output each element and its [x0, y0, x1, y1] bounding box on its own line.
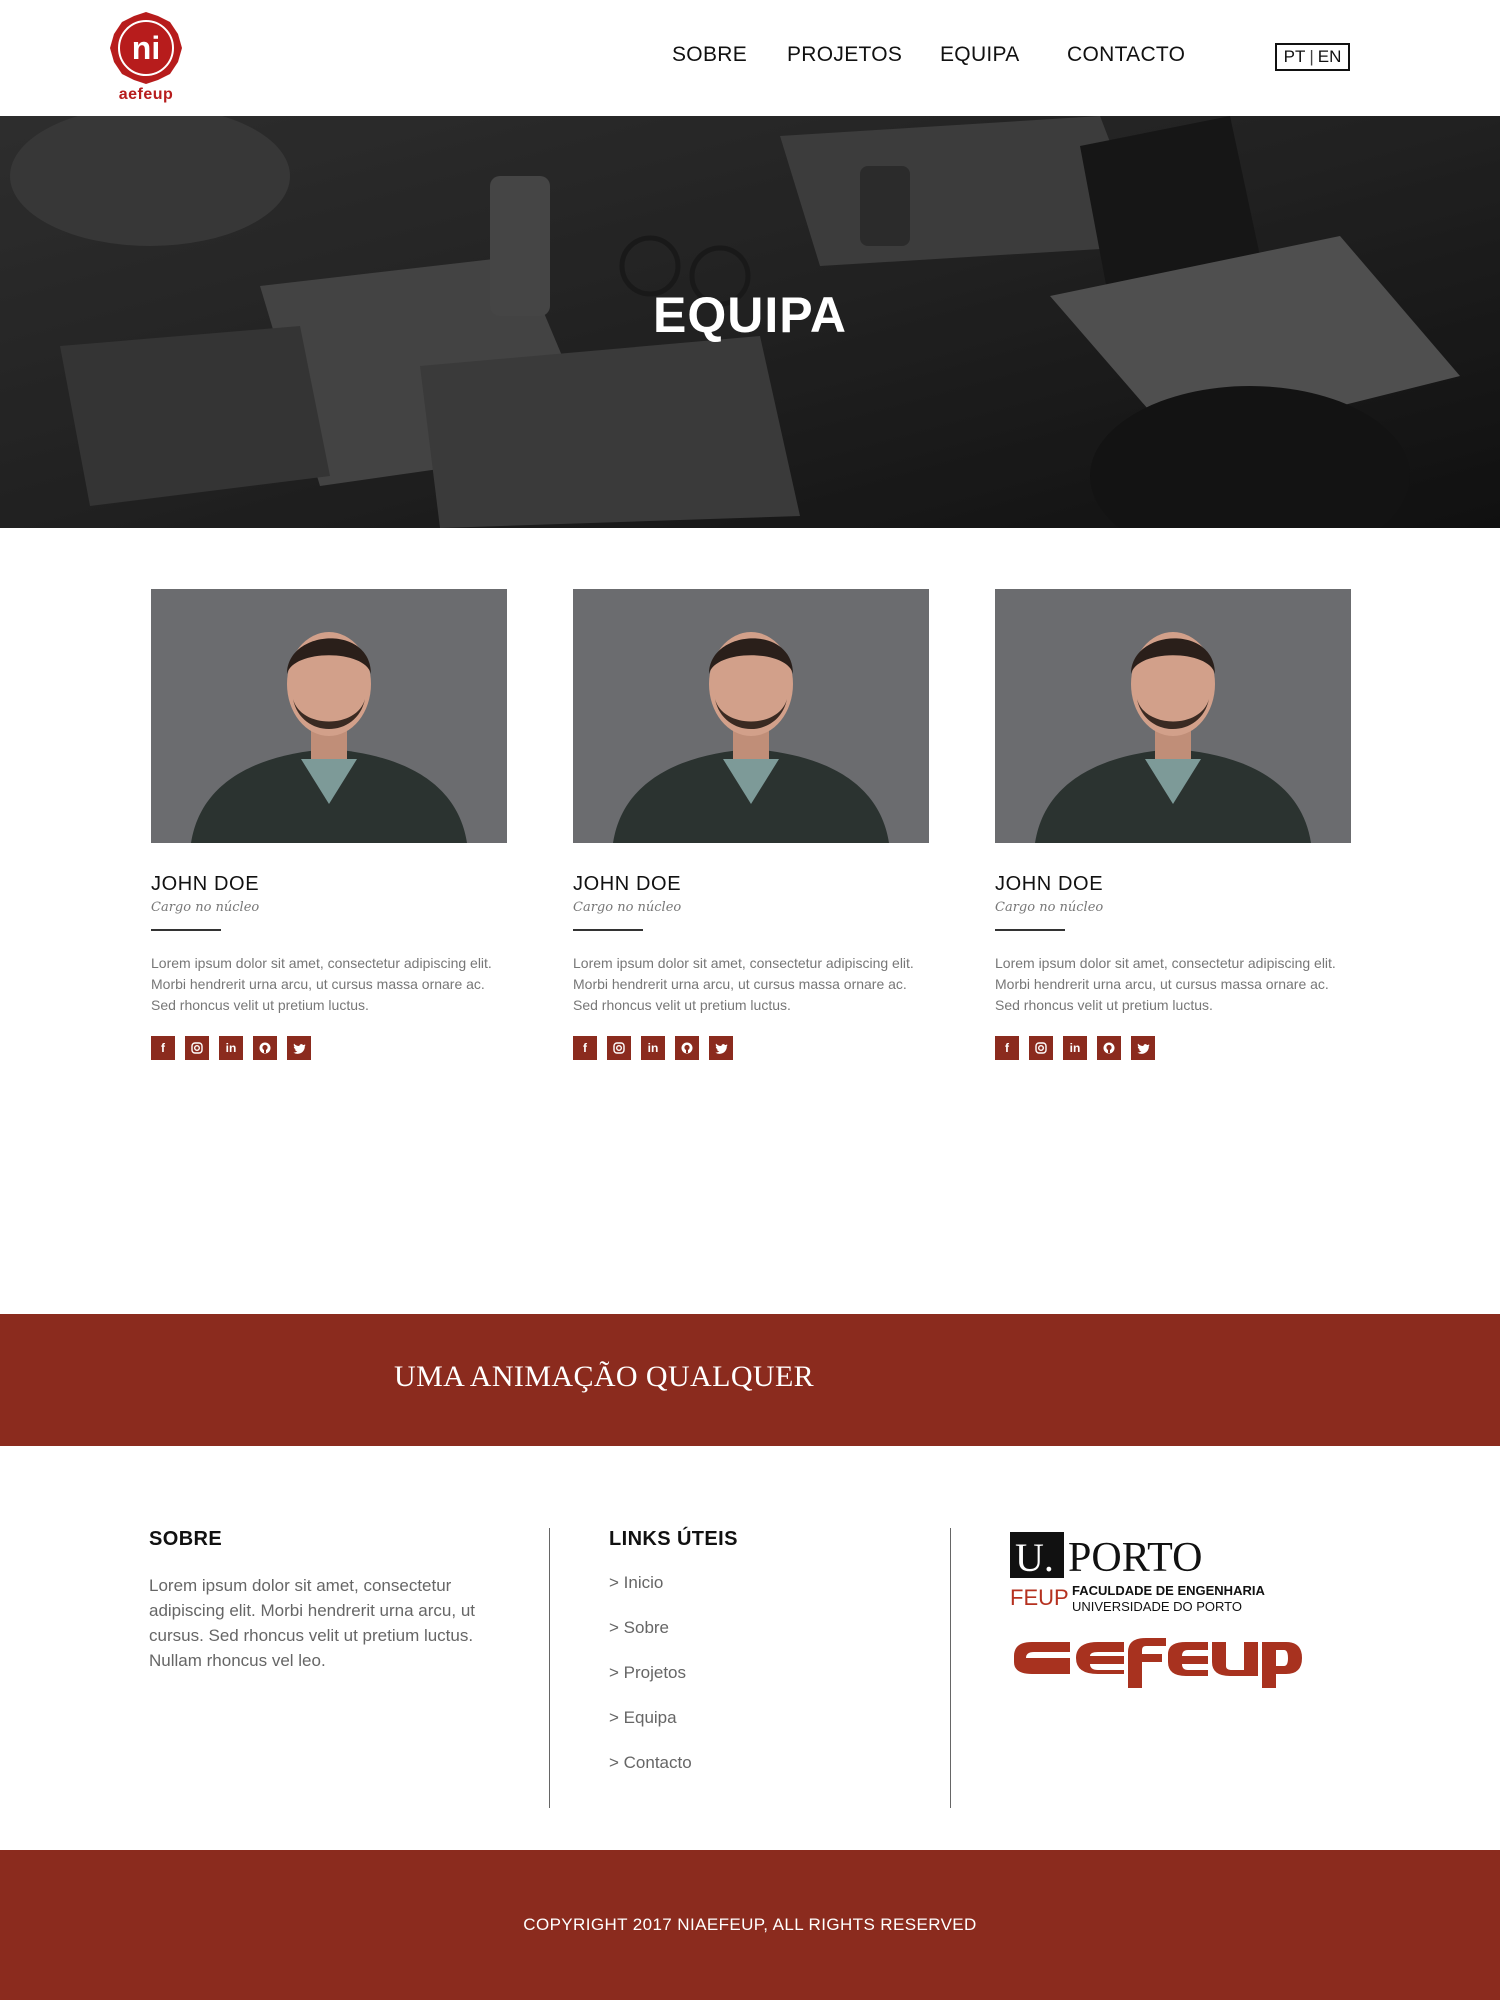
copyright-text: COPYRIGHT 2017 NIAEFEUP, ALL RIGHTS RESE… [523, 1915, 977, 1934]
person-portrait-image [151, 589, 507, 843]
twitter-icon[interactable] [1131, 1036, 1155, 1060]
partner-logos: U. PORTO FEUP FACULDADE DE ENGENHARIA UN… [1010, 1530, 1310, 1750]
uporto-porto: PORTO [1068, 1535, 1202, 1581]
animation-banner: UMA ANIMAÇÃO QUALQUER [0, 1314, 1500, 1446]
page-title: EQUIPA [653, 287, 847, 343]
person-portrait-image [995, 589, 1351, 843]
team-member-card: JOHN DOE Cargo no núcleo Lorem ipsum dol… [995, 589, 1351, 1060]
copyright-bar: COPYRIGHT 2017 NIAEFEUP, ALL RIGHTS RESE… [0, 1850, 1500, 2000]
feup-mark: FEUP [1010, 1585, 1069, 1610]
footer-link-contacto[interactable]: > Contacto [609, 1753, 909, 1773]
twitter-icon[interactable] [287, 1036, 311, 1060]
footer-about: SOBRE Lorem ipsum dolor sit amet, consec… [149, 1528, 529, 1673]
member-name: JOHN DOE [995, 873, 1104, 895]
facebook-icon[interactable]: f [995, 1036, 1019, 1060]
nav-sobre[interactable]: SOBRE [672, 43, 747, 67]
linkedin-icon[interactable]: in [1063, 1036, 1087, 1060]
footer-divider [950, 1528, 951, 1808]
social-links: f in [151, 1036, 507, 1060]
github-icon[interactable] [1097, 1036, 1121, 1060]
footer-link-sobre[interactable]: > Sobre [609, 1618, 909, 1638]
logo-mark: ni [132, 30, 160, 66]
ni-aefeup-logo[interactable]: ni aefeup [104, 10, 188, 110]
footer-link-inicio[interactable]: > Inicio [609, 1573, 909, 1593]
divider [573, 929, 643, 931]
person-portrait-image [573, 589, 929, 843]
member-name: JOHN DOE [573, 873, 682, 895]
facebook-icon[interactable]: f [573, 1036, 597, 1060]
feup-line1: FACULDADE DE ENGENHARIA [1072, 1583, 1265, 1598]
uporto-feup-logo[interactable]: U. PORTO FEUP FACULDADE DE ENGENHARIA UN… [1010, 1532, 1265, 1614]
github-icon[interactable] [253, 1036, 277, 1060]
footer-about-text: Lorem ipsum dolor sit amet, consectetur … [149, 1576, 475, 1670]
nav-equipa[interactable]: EQUIPA [940, 43, 1020, 67]
twitter-icon[interactable] [709, 1036, 733, 1060]
member-bio: Lorem ipsum dolor sit amet, consectetur … [995, 955, 1336, 1013]
hero-banner: EQUIPA [0, 116, 1500, 528]
logo-badge-icon: ni [110, 12, 182, 84]
lang-en[interactable]: EN [1318, 47, 1342, 67]
team-member-card: JOHN DOE Cargo no núcleo Lorem ipsum dol… [151, 589, 507, 1060]
language-switcher: PT | EN [1275, 43, 1350, 71]
logo-text: aefeup [118, 86, 174, 103]
social-links: f in [573, 1036, 929, 1060]
footer-about-heading: SOBRE [149, 1528, 223, 1550]
footer-links-heading: LINKS ÚTEIS [609, 1528, 738, 1550]
linkedin-icon[interactable]: in [641, 1036, 665, 1060]
member-photo [573, 589, 929, 843]
social-links: f in [995, 1036, 1351, 1060]
footer-divider [549, 1528, 550, 1808]
footer-links: LINKS ÚTEIS > Inicio > Sobre > Projetos … [609, 1528, 909, 1773]
member-role: Cargo no núcleo [573, 900, 682, 915]
aefeup-logo[interactable] [1014, 1638, 1302, 1688]
lang-separator: | [1309, 47, 1314, 66]
member-bio: Lorem ipsum dolor sit amet, consectetur … [151, 955, 492, 1013]
uporto-u: U. [1015, 1535, 1054, 1580]
member-name: JOHN DOE [151, 873, 260, 895]
member-photo [995, 589, 1351, 843]
feup-line2: UNIVERSIDADE DO PORTO [1072, 1599, 1242, 1614]
team-section: JOHN DOE Cargo no núcleo Lorem ipsum dol… [0, 528, 1500, 1314]
nav-projetos[interactable]: PROJETOS [787, 43, 902, 67]
member-role: Cargo no núcleo [995, 900, 1104, 915]
team-member-card: JOHN DOE Cargo no núcleo Lorem ipsum dol… [573, 589, 929, 1060]
member-role: Cargo no núcleo [151, 900, 260, 915]
footer-link-equipa[interactable]: > Equipa [609, 1708, 909, 1728]
instagram-icon[interactable] [1029, 1036, 1053, 1060]
member-photo [151, 589, 507, 843]
partner-logos-svg: U. PORTO FEUP FACULDADE DE ENGENHARIA UN… [1010, 1532, 1302, 1688]
linkedin-icon[interactable]: in [219, 1036, 243, 1060]
github-icon[interactable] [675, 1036, 699, 1060]
instagram-icon[interactable] [185, 1036, 209, 1060]
site-footer: SOBRE Lorem ipsum dolor sit amet, consec… [0, 1446, 1500, 1850]
facebook-icon[interactable]: f [151, 1036, 175, 1060]
footer-link-projetos[interactable]: > Projetos [609, 1663, 909, 1683]
nav-contacto[interactable]: CONTACTO [1067, 43, 1185, 67]
lang-pt[interactable]: PT [1284, 47, 1306, 67]
divider [151, 929, 221, 931]
instagram-icon[interactable] [607, 1036, 631, 1060]
divider [995, 929, 1065, 931]
site-header: ni aefeup SOBRE PROJETOS EQUIPA CONTACTO… [0, 0, 1500, 116]
banner-text: UMA ANIMAÇÃO QUALQUER [394, 1360, 815, 1393]
member-bio: Lorem ipsum dolor sit amet, consectetur … [573, 955, 914, 1013]
